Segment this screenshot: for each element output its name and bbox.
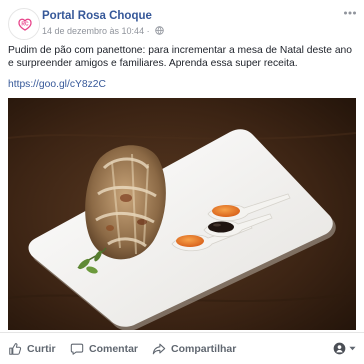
separator-dot: · (146, 26, 153, 36)
comment-bubble-icon (70, 342, 84, 356)
thumbs-up-icon (8, 342, 22, 356)
like-button[interactable]: Curtir (8, 339, 56, 359)
post-timestamp[interactable]: 14 de dezembro às 10:44 (42, 26, 144, 36)
post-header: RC Portal Rosa Choque 14 de dezembro às … (8, 8, 358, 40)
chevron-down-icon (349, 346, 356, 351)
globe-icon[interactable] (155, 26, 164, 37)
post-photo[interactable] (8, 98, 356, 330)
comment-label: Comentar (89, 343, 139, 355)
facebook-post: RC Portal Rosa Choque 14 de dezembro às … (0, 0, 364, 364)
pudding-photo-illustration (8, 98, 356, 330)
audience-selector-icon[interactable] (333, 342, 356, 355)
post-link[interactable]: https://goo.gl/cY8z2C (8, 79, 106, 90)
page-name-link[interactable]: Portal Rosa Choque (42, 10, 152, 22)
more-options-icon[interactable] (342, 8, 358, 22)
page-avatar[interactable]: RC (8, 8, 40, 40)
post-actions-bar: Curtir Comentar Compartilhar (0, 332, 364, 364)
comment-button[interactable]: Comentar (70, 339, 138, 359)
post-meta: 14 de dezembro às 10:44 · (42, 26, 164, 37)
avatar-logo-text: RC (21, 22, 29, 28)
share-arrow-icon (152, 342, 166, 356)
like-label: Curtir (27, 343, 56, 355)
portal-rosa-choque-logo: RC (10, 10, 39, 39)
share-label: Compartilhar (171, 343, 237, 355)
share-button[interactable]: Compartilhar (152, 339, 236, 359)
post-text: Pudim de pão com panettone: para increme… (8, 45, 353, 69)
